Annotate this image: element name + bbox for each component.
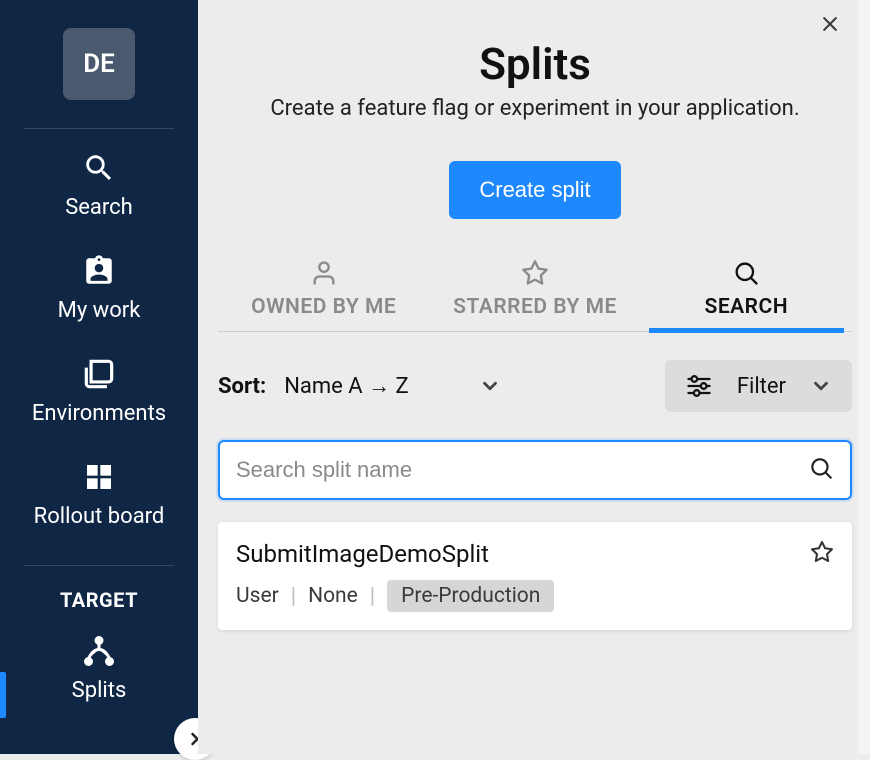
sidebar-label: Search [65, 195, 133, 220]
grid-icon [83, 456, 115, 498]
split-meta: User | None | Pre-Production [236, 580, 832, 612]
section-heading-target: TARGET [60, 588, 138, 612]
sort-label: Sort: [218, 374, 266, 399]
sort-control[interactable]: Sort: Name A → Z [218, 373, 501, 399]
page-subtitle: Create a feature flag or experiment in y… [218, 96, 852, 121]
create-split-button[interactable]: Create split [449, 161, 620, 219]
divider [24, 128, 174, 129]
chevron-down-icon [810, 375, 832, 397]
person-icon [218, 259, 429, 287]
sidebar: DE Search My work Environments Rollout b… [0, 0, 198, 754]
sidebar-item-search[interactable]: Search [0, 147, 198, 220]
sidebar-label: My work [58, 298, 141, 323]
sidebar-item-environments[interactable]: Environments [0, 353, 198, 426]
sidebar-item-rolloutboard[interactable]: Rollout board [0, 456, 198, 529]
separator: | [291, 584, 296, 609]
page-header: Splits Create a feature flag or experime… [218, 0, 852, 219]
tab-label: SEARCH [705, 295, 789, 319]
tab-label: OWNED BY ME [251, 295, 396, 319]
controls-row: Sort: Name A → Z Filter [218, 360, 852, 412]
sidebar-label: Environments [32, 401, 166, 426]
environment-chip: Pre-Production [387, 580, 554, 612]
search-icon [641, 259, 852, 287]
branch-icon [81, 630, 117, 672]
separator: | [370, 584, 375, 609]
sort-select[interactable]: Name A → Z [284, 373, 501, 399]
tabs: OWNED BY ME STARRED BY ME SEARCH [218, 259, 852, 332]
star-icon [429, 259, 640, 287]
divider [24, 565, 174, 566]
page-title: Splits [218, 38, 852, 90]
split-name: SubmitImageDemoSplit [236, 540, 832, 568]
filter-label: Filter [737, 374, 786, 399]
search-icon [82, 147, 116, 189]
tab-label: STARRED BY ME [453, 295, 617, 319]
tab-search[interactable]: SEARCH [641, 259, 852, 331]
split-owner: None [308, 584, 358, 608]
chevron-down-icon [479, 375, 501, 397]
split-traffic-type: User [236, 584, 279, 608]
sliders-icon [685, 372, 713, 400]
search-icon [808, 455, 834, 485]
main-panel: Splits Create a feature flag or experime… [198, 0, 870, 754]
close-button[interactable] [820, 14, 840, 38]
close-icon [820, 14, 840, 34]
sidebar-item-splits[interactable]: Splits [0, 630, 198, 703]
sidebar-label: Rollout board [34, 504, 165, 529]
search-input[interactable] [218, 440, 852, 500]
search-row [218, 440, 852, 500]
sidebar-label: Splits [72, 678, 127, 703]
tab-owned-by-me[interactable]: OWNED BY ME [218, 259, 429, 331]
filter-button[interactable]: Filter [665, 360, 852, 412]
tab-starred-by-me[interactable]: STARRED BY ME [429, 259, 640, 331]
star-icon [810, 540, 834, 564]
workspace-initials: DE [83, 49, 115, 79]
workspace-badge[interactable]: DE [63, 28, 135, 100]
layers-icon [80, 353, 118, 395]
clipboard-icon [82, 250, 116, 292]
split-result-item[interactable]: SubmitImageDemoSplit User | None | Pre-P… [218, 522, 852, 630]
star-button[interactable] [810, 540, 834, 568]
sidebar-item-mywork[interactable]: My work [0, 250, 198, 323]
scrollbar[interactable] [858, 0, 870, 754]
sort-value: Name A → Z [284, 373, 409, 399]
